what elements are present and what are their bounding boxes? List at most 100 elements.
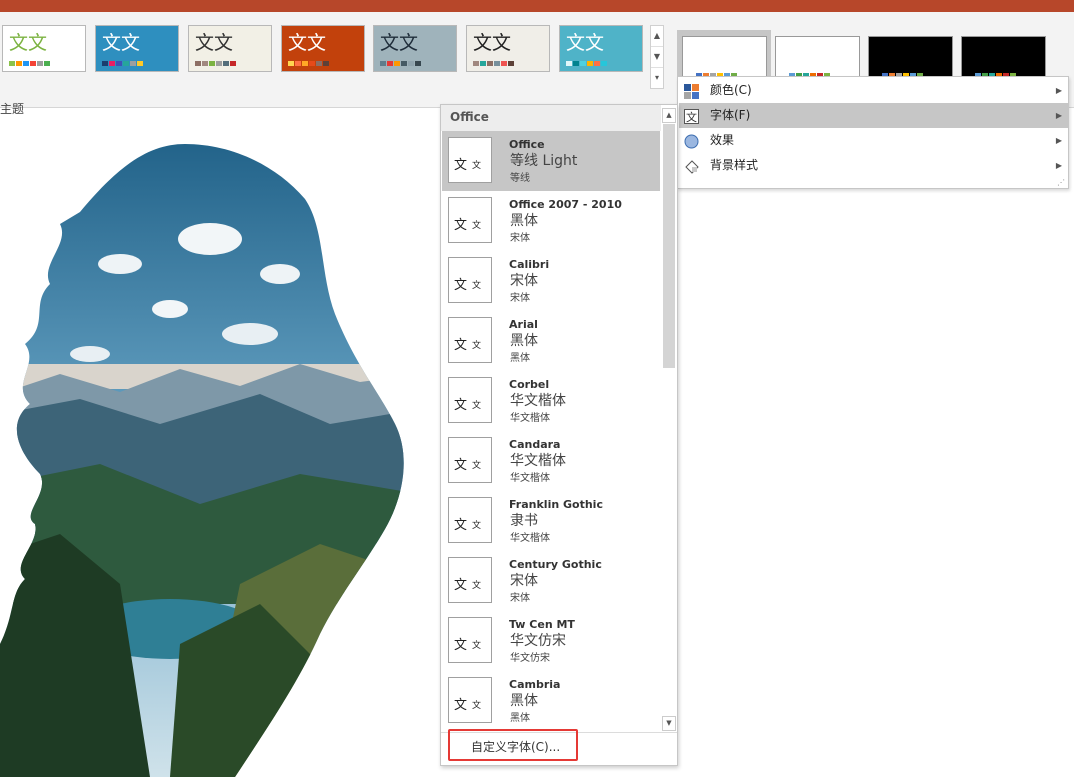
preview-heading-glyph: 文 bbox=[454, 698, 468, 713]
preview-heading-glyph: 文 bbox=[454, 278, 468, 293]
heading-font-name: 等线 Light bbox=[510, 153, 578, 169]
font-preview-thumbnail: 文文 bbox=[448, 497, 492, 543]
menu-item-label: 背景样式 bbox=[710, 158, 759, 172]
preview-heading-glyph: 文 bbox=[454, 338, 468, 353]
color-palette-icon bbox=[684, 83, 699, 99]
font-theme-item[interactable]: 文文 Century Gothic 宋体 宋体 bbox=[442, 551, 660, 611]
menu-item-label: 效果 bbox=[710, 133, 735, 147]
font-theme-item[interactable]: 文文 Candara 华文楷体 华文楷体 bbox=[442, 431, 660, 491]
preview-body-glyph: 文 bbox=[472, 161, 482, 171]
menu-item-background-styles[interactable]: 背景样式 ▶ bbox=[679, 153, 1068, 178]
body-font-name: 华文仿宋 bbox=[510, 653, 550, 664]
preview-body-glyph: 文 bbox=[472, 341, 482, 351]
font-theme-item[interactable]: 文文 Franklin Gothic 隶书 华文楷体 bbox=[442, 491, 660, 551]
scroll-up-icon[interactable]: ▲ bbox=[662, 108, 676, 123]
font-theme-item[interactable]: 文文 Corbel 华文楷体 华文楷体 bbox=[442, 371, 660, 431]
font-preview-thumbnail: 文文 bbox=[448, 437, 492, 483]
theme-thumbnail[interactable]: 文文 bbox=[188, 25, 272, 72]
scroll-up-icon[interactable]: ▲ bbox=[651, 26, 663, 47]
body-font-name: 宋体 bbox=[510, 233, 530, 244]
theme-sample-text: 文文 bbox=[195, 32, 234, 54]
heading-font-name: 隶书 bbox=[510, 513, 538, 529]
font-panel-scrollbar[interactable]: ▲ ▼ bbox=[662, 108, 676, 732]
body-font-name: 华文楷体 bbox=[510, 533, 550, 544]
heading-font-name: 华文楷体 bbox=[510, 453, 566, 469]
preview-heading-glyph: 文 bbox=[454, 638, 468, 653]
theme-sample-text: 文文 bbox=[102, 32, 141, 54]
scroll-down-icon[interactable]: ▼ bbox=[651, 47, 663, 68]
heading-font-name: 黑体 bbox=[510, 213, 538, 229]
body-font-name: 宋体 bbox=[510, 593, 530, 604]
preview-body-glyph: 文 bbox=[472, 581, 482, 591]
chevron-right-icon: ▶ bbox=[1055, 161, 1062, 170]
preview-heading-glyph: 文 bbox=[454, 398, 468, 413]
preview-body-glyph: 文 bbox=[472, 221, 482, 231]
font-theme-item[interactable]: 文文 Office 2007 - 2010 黑体 宋体 bbox=[442, 191, 660, 251]
theme-color-swatches bbox=[102, 61, 143, 66]
ribbon-group-label: 主题 bbox=[0, 102, 25, 116]
font-preview-thumbnail: 文文 bbox=[448, 557, 492, 603]
font-icon: 文 bbox=[684, 108, 699, 124]
preview-body-glyph: 文 bbox=[472, 281, 482, 291]
font-theme-item[interactable]: 文文 Tw Cen MT 华文仿宋 华文仿宋 bbox=[442, 611, 660, 671]
body-font-name: 华文楷体 bbox=[510, 413, 550, 424]
preview-body-glyph: 文 bbox=[472, 521, 482, 531]
font-theme-item[interactable]: 文文 Arial 黑体 黑体 bbox=[442, 311, 660, 371]
preview-heading-glyph: 文 bbox=[454, 518, 468, 533]
heading-font-name: 黑体 bbox=[510, 333, 538, 349]
theme-thumbnail[interactable]: 文文 bbox=[559, 25, 643, 72]
menu-item-colors[interactable]: 颜色(C) ▶ bbox=[679, 78, 1068, 103]
menu-item-effects[interactable]: 效果 ▶ bbox=[679, 128, 1068, 153]
menu-item-label: 颜色(C) bbox=[710, 83, 752, 97]
theme-gallery-scroll[interactable]: ▲ ▼ ▾ bbox=[650, 25, 664, 89]
font-theme-item[interactable]: 文文 Calibri 宋体 宋体 bbox=[442, 251, 660, 311]
resize-grip-icon[interactable]: ⋰ bbox=[1057, 178, 1065, 187]
menu-item-fonts[interactable]: 文字体(F) ▶ bbox=[679, 103, 1068, 128]
theme-color-swatches bbox=[288, 61, 329, 66]
theme-sample-text: 文文 bbox=[473, 32, 512, 54]
font-submenu-panel: Office 文文 Office 等线 Light 等线文文 Office 2007 -… bbox=[440, 104, 678, 766]
font-preview-thumbnail: 文文 bbox=[448, 137, 492, 183]
heading-font-name: 宋体 bbox=[510, 573, 538, 589]
theme-color-swatches bbox=[380, 61, 421, 66]
body-font-name: 等线 bbox=[510, 173, 530, 184]
theme-color-swatches bbox=[9, 61, 50, 66]
body-font-name: 黑体 bbox=[510, 713, 530, 724]
font-preview-thumbnail: 文文 bbox=[448, 317, 492, 363]
theme-sample-text: 文文 bbox=[288, 32, 327, 54]
preview-heading-glyph: 文 bbox=[454, 158, 468, 173]
theme-thumbnail[interactable]: 文文 bbox=[2, 25, 86, 72]
scroll-down-icon[interactable]: ▼ bbox=[662, 716, 676, 731]
theme-color-swatches bbox=[195, 61, 236, 66]
background-style-icon bbox=[684, 158, 699, 174]
design-dropdown-menu: 颜色(C) ▶ 文字体(F) ▶ 效果 ▶ 背景样式 ▶ ⋰ bbox=[677, 76, 1069, 189]
body-font-name: 宋体 bbox=[510, 293, 530, 304]
scroll-thumb[interactable] bbox=[663, 124, 675, 368]
preview-body-glyph: 文 bbox=[472, 461, 482, 471]
font-theme-item[interactable]: 文文 Office 等线 Light 等线 bbox=[442, 131, 660, 191]
font-preview-thumbnail: 文文 bbox=[448, 677, 492, 723]
preview-body-glyph: 文 bbox=[472, 401, 482, 411]
heading-font-name: 黑体 bbox=[510, 693, 538, 709]
title-bar bbox=[0, 0, 1074, 12]
theme-thumbnail[interactable]: 文文 bbox=[466, 25, 550, 72]
preview-body-glyph: 文 bbox=[472, 701, 482, 711]
preview-heading-glyph: 文 bbox=[454, 578, 468, 593]
font-panel-header: Office bbox=[441, 105, 661, 131]
gallery-expand-icon[interactable]: ▾ bbox=[651, 68, 663, 89]
theme-sample-text: 文文 bbox=[566, 32, 605, 54]
theme-thumbnail[interactable]: 文文 bbox=[95, 25, 179, 72]
body-font-name: 华文楷体 bbox=[510, 473, 550, 484]
chevron-right-icon: ▶ bbox=[1055, 136, 1062, 145]
font-preview-thumbnail: 文文 bbox=[448, 197, 492, 243]
body-font-name: 黑体 bbox=[510, 353, 530, 364]
chevron-right-icon: ▶ bbox=[1055, 86, 1062, 95]
theme-color-swatches bbox=[566, 61, 607, 66]
font-theme-item[interactable]: 文文 Cambria 黑体 黑体 bbox=[442, 671, 660, 731]
theme-thumbnail[interactable]: 文文 bbox=[373, 25, 457, 72]
font-preview-thumbnail: 文文 bbox=[448, 377, 492, 423]
theme-thumbnail[interactable]: 文文 bbox=[281, 25, 365, 72]
heading-font-name: 华文仿宋 bbox=[510, 633, 566, 649]
theme-sample-text: 文文 bbox=[380, 32, 419, 54]
preview-heading-glyph: 文 bbox=[454, 218, 468, 233]
